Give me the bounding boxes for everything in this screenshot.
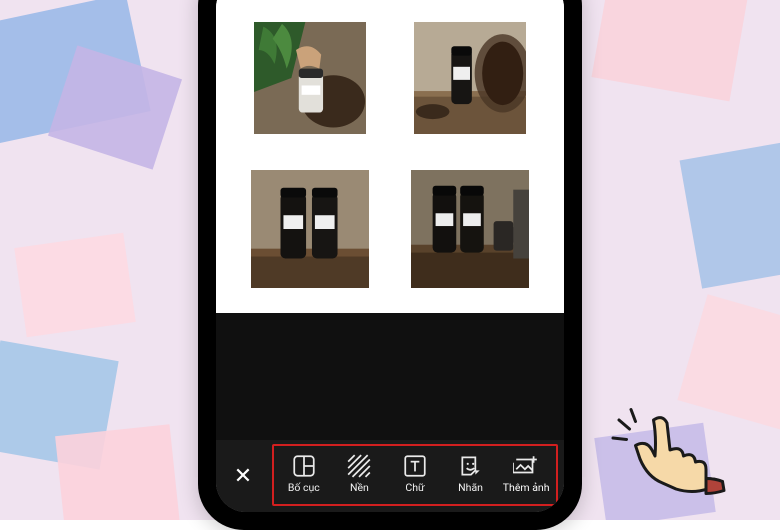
tool-background[interactable]: Nền bbox=[332, 448, 388, 500]
editor-lower-panel: ✕ Bố cục Nền bbox=[216, 313, 564, 512]
tool-label: Bố cục bbox=[288, 481, 320, 494]
toolbar-highlight-box: Bố cục Nền Chữ bbox=[272, 444, 558, 506]
tool-label: Chữ bbox=[405, 481, 424, 494]
bottom-toolbar: ✕ Bố cục Nền bbox=[216, 440, 564, 512]
close-button[interactable]: ✕ bbox=[216, 440, 270, 512]
app-screen: ✕ Bố cục Nền bbox=[216, 0, 564, 512]
pattern-icon bbox=[346, 455, 372, 477]
tool-label: Thêm ảnh bbox=[503, 481, 550, 494]
collage-image-2[interactable] bbox=[414, 22, 526, 134]
tool-text[interactable]: Chữ bbox=[387, 448, 443, 500]
collage-image-3[interactable] bbox=[251, 170, 369, 288]
tool-sticker[interactable]: Nhãn bbox=[443, 448, 499, 500]
tool-layout[interactable]: Bố cục bbox=[276, 448, 332, 500]
pointer-hand-annotation bbox=[610, 404, 730, 514]
collage-canvas[interactable] bbox=[216, 0, 564, 313]
tool-label: Nền bbox=[350, 481, 369, 494]
add-image-icon bbox=[513, 455, 539, 477]
tool-label: Nhãn bbox=[458, 481, 483, 494]
text-icon bbox=[402, 455, 428, 477]
collage-image-1[interactable] bbox=[254, 22, 366, 134]
layout-icon bbox=[291, 455, 317, 477]
collage-image-4[interactable] bbox=[411, 170, 529, 288]
phone-mockup: ✕ Bố cục Nền bbox=[198, 0, 582, 530]
sticker-icon bbox=[458, 455, 484, 477]
tool-add-image[interactable]: Thêm ảnh bbox=[498, 448, 554, 500]
close-icon: ✕ bbox=[234, 464, 252, 489]
